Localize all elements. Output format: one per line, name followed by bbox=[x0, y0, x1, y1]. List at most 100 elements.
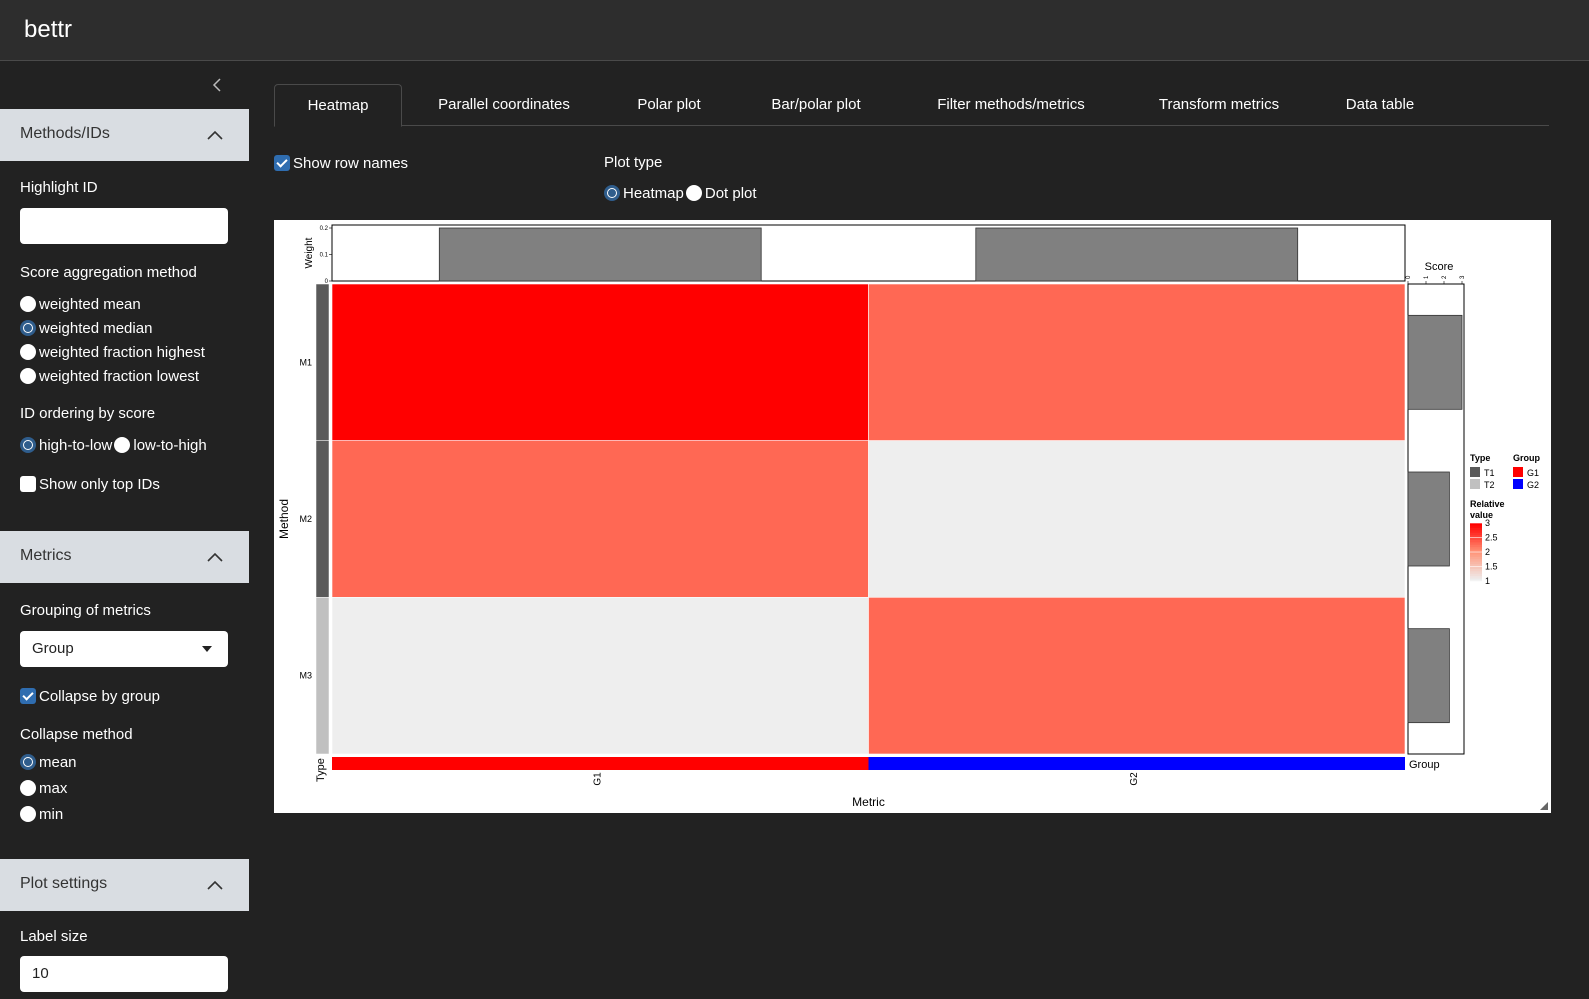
tab-transform-metrics[interactable]: Transform metrics bbox=[1136, 84, 1302, 126]
section-header-methods[interactable]: Methods/IDs bbox=[0, 109, 249, 161]
radio-mean[interactable]: mean bbox=[20, 752, 77, 772]
grouping-select[interactable]: Group bbox=[20, 631, 228, 667]
score-tick-label: 0 bbox=[1406, 275, 1412, 279]
radio-button-selected[interactable] bbox=[604, 185, 620, 201]
x-axis-label: Metric bbox=[852, 795, 885, 809]
collapse-method-label: Collapse method bbox=[20, 726, 133, 743]
section-title: Methods/IDs bbox=[20, 125, 110, 142]
type-annotation-label: Type bbox=[315, 758, 327, 782]
heatmap-plot-area: 0.2 0.1 0 Weight M1 M2 M3 Method Group Type G1 G2 Me… bbox=[274, 220, 1551, 813]
row-type-annotation bbox=[315, 597, 330, 755]
heatmap-cell bbox=[868, 597, 1406, 755]
legend-group-title: Group bbox=[1513, 453, 1540, 463]
score-bar bbox=[1407, 471, 1450, 567]
app-title: bettr bbox=[24, 16, 73, 43]
legend-gradient-label: 2.5 bbox=[1485, 533, 1498, 543]
row-type-annotation bbox=[315, 440, 330, 598]
highlight-id-input[interactable] bbox=[20, 208, 228, 244]
radio-button[interactable] bbox=[20, 368, 36, 384]
tab-polar-plot[interactable]: Polar plot bbox=[615, 84, 723, 126]
show-row-names-checkbox[interactable]: Show row names bbox=[274, 153, 408, 173]
radio-label: weighted fraction highest bbox=[39, 343, 205, 361]
tab-bar: Heatmap Parallel coordinates Polar plot … bbox=[274, 84, 1549, 127]
column-label: G1 bbox=[592, 772, 603, 786]
navbar: bettr bbox=[0, 0, 1589, 61]
tab-data-table[interactable]: Data table bbox=[1326, 84, 1434, 126]
radio-min[interactable]: min bbox=[20, 804, 63, 824]
highlight-id-label: Highlight ID bbox=[20, 179, 98, 196]
y-axis-label: Method bbox=[277, 499, 291, 539]
radio-button[interactable] bbox=[20, 780, 36, 796]
heatmap-cell bbox=[868, 283, 1406, 441]
weight-tick-label: 0.2 bbox=[320, 226, 329, 232]
tab-parallel-coordinates[interactable]: Parallel coordinates bbox=[417, 84, 591, 126]
radio-label: low-to-high bbox=[133, 436, 207, 454]
row-type-annotation bbox=[315, 283, 330, 441]
legend-gradient-label: 1 bbox=[1485, 576, 1490, 586]
checkbox-label: Collapse by group bbox=[39, 687, 160, 705]
radio-label: Heatmap bbox=[623, 184, 684, 202]
row-label: M2 bbox=[299, 514, 312, 524]
legend-group-swatch bbox=[1513, 479, 1523, 489]
row-label: M3 bbox=[299, 671, 312, 681]
radio-weighted-fraction-lowest[interactable]: weighted fraction lowest bbox=[20, 366, 199, 386]
heatmap-cell bbox=[331, 283, 869, 441]
radio-label: Dot plot bbox=[704, 184, 757, 202]
radio-label: mean bbox=[39, 753, 77, 771]
section-header-plot-settings[interactable]: Plot settings bbox=[0, 859, 249, 911]
radio-button-selected[interactable] bbox=[20, 320, 36, 336]
legend-gradient-label: 1.5 bbox=[1485, 562, 1498, 572]
column-group-annotation bbox=[332, 757, 869, 770]
checkbox-label: Show only top IDs bbox=[39, 475, 160, 493]
legend-type-label: T2 bbox=[1484, 480, 1495, 490]
tab-heatmap[interactable]: Heatmap bbox=[274, 84, 402, 127]
chevron-left-icon[interactable] bbox=[203, 74, 233, 98]
radio-max[interactable]: max bbox=[20, 778, 67, 798]
radio-weighted-median[interactable]: weighted median bbox=[20, 318, 152, 338]
row-label: M1 bbox=[299, 357, 312, 367]
radio-label: weighted fraction lowest bbox=[39, 367, 200, 385]
legend-group-label: G2 bbox=[1527, 480, 1539, 490]
radio-button[interactable] bbox=[20, 344, 36, 360]
radio-label: max bbox=[39, 779, 68, 797]
plot-type-radio-group: Heatmap Dot plot bbox=[604, 183, 757, 203]
resize-grip-icon[interactable] bbox=[1540, 802, 1548, 810]
collapse-by-group-checkbox[interactable]: Collapse by group bbox=[20, 686, 160, 706]
id-ordering-radio-group: high-to-low low-to-high bbox=[20, 435, 207, 455]
show-top-ids-checkbox[interactable]: Show only top IDs bbox=[20, 474, 160, 494]
column-group-annotation bbox=[868, 757, 1405, 770]
radio-button[interactable] bbox=[20, 806, 36, 822]
radio-label: min bbox=[39, 805, 64, 823]
radio-button[interactable] bbox=[20, 296, 36, 312]
radio-button[interactable] bbox=[114, 437, 131, 453]
plot-type-label: Plot type bbox=[604, 154, 663, 171]
radio-button[interactable] bbox=[685, 185, 702, 201]
chevron-up-icon[interactable] bbox=[206, 550, 224, 568]
radio-button-selected[interactable] bbox=[20, 754, 36, 770]
radio-weighted-mean[interactable]: weighted mean bbox=[20, 294, 141, 314]
label-size-input[interactable]: 10 bbox=[20, 956, 228, 992]
weight-tick-label: 0.1 bbox=[320, 253, 329, 259]
score-bar bbox=[1407, 314, 1463, 410]
legend-type-title: Type bbox=[1470, 453, 1490, 463]
score-tick-label: 3 bbox=[1460, 275, 1466, 279]
legend-group-swatch bbox=[1513, 467, 1523, 477]
heatmap-cell bbox=[331, 440, 869, 598]
checkbox-checked[interactable] bbox=[274, 155, 290, 171]
radio-button-selected[interactable] bbox=[20, 437, 36, 453]
score-bar bbox=[1407, 628, 1450, 724]
section-title: Plot settings bbox=[20, 875, 108, 892]
tab-filter-methods-metrics[interactable]: Filter methods/metrics bbox=[908, 84, 1114, 126]
checkbox[interactable] bbox=[20, 476, 36, 492]
chevron-up-icon[interactable] bbox=[206, 128, 224, 146]
group-annotation-label: Group bbox=[1409, 759, 1440, 771]
id-ordering-label: ID ordering by score bbox=[20, 405, 156, 422]
radio-label: weighted median bbox=[39, 319, 153, 337]
tab-bar-polar-plot[interactable]: Bar/polar plot bbox=[748, 84, 884, 126]
heatmap-chart: 0.2 0.1 0 Weight M1 M2 M3 Method Group Type G1 G2 Me… bbox=[277, 224, 1540, 809]
radio-weighted-fraction-highest[interactable]: weighted fraction highest bbox=[20, 342, 205, 362]
legend-gradient-label: 3 bbox=[1485, 518, 1490, 528]
section-header-metrics[interactable]: Metrics bbox=[0, 531, 249, 583]
chevron-up-icon[interactable] bbox=[206, 878, 224, 896]
checkbox-checked[interactable] bbox=[20, 688, 36, 704]
